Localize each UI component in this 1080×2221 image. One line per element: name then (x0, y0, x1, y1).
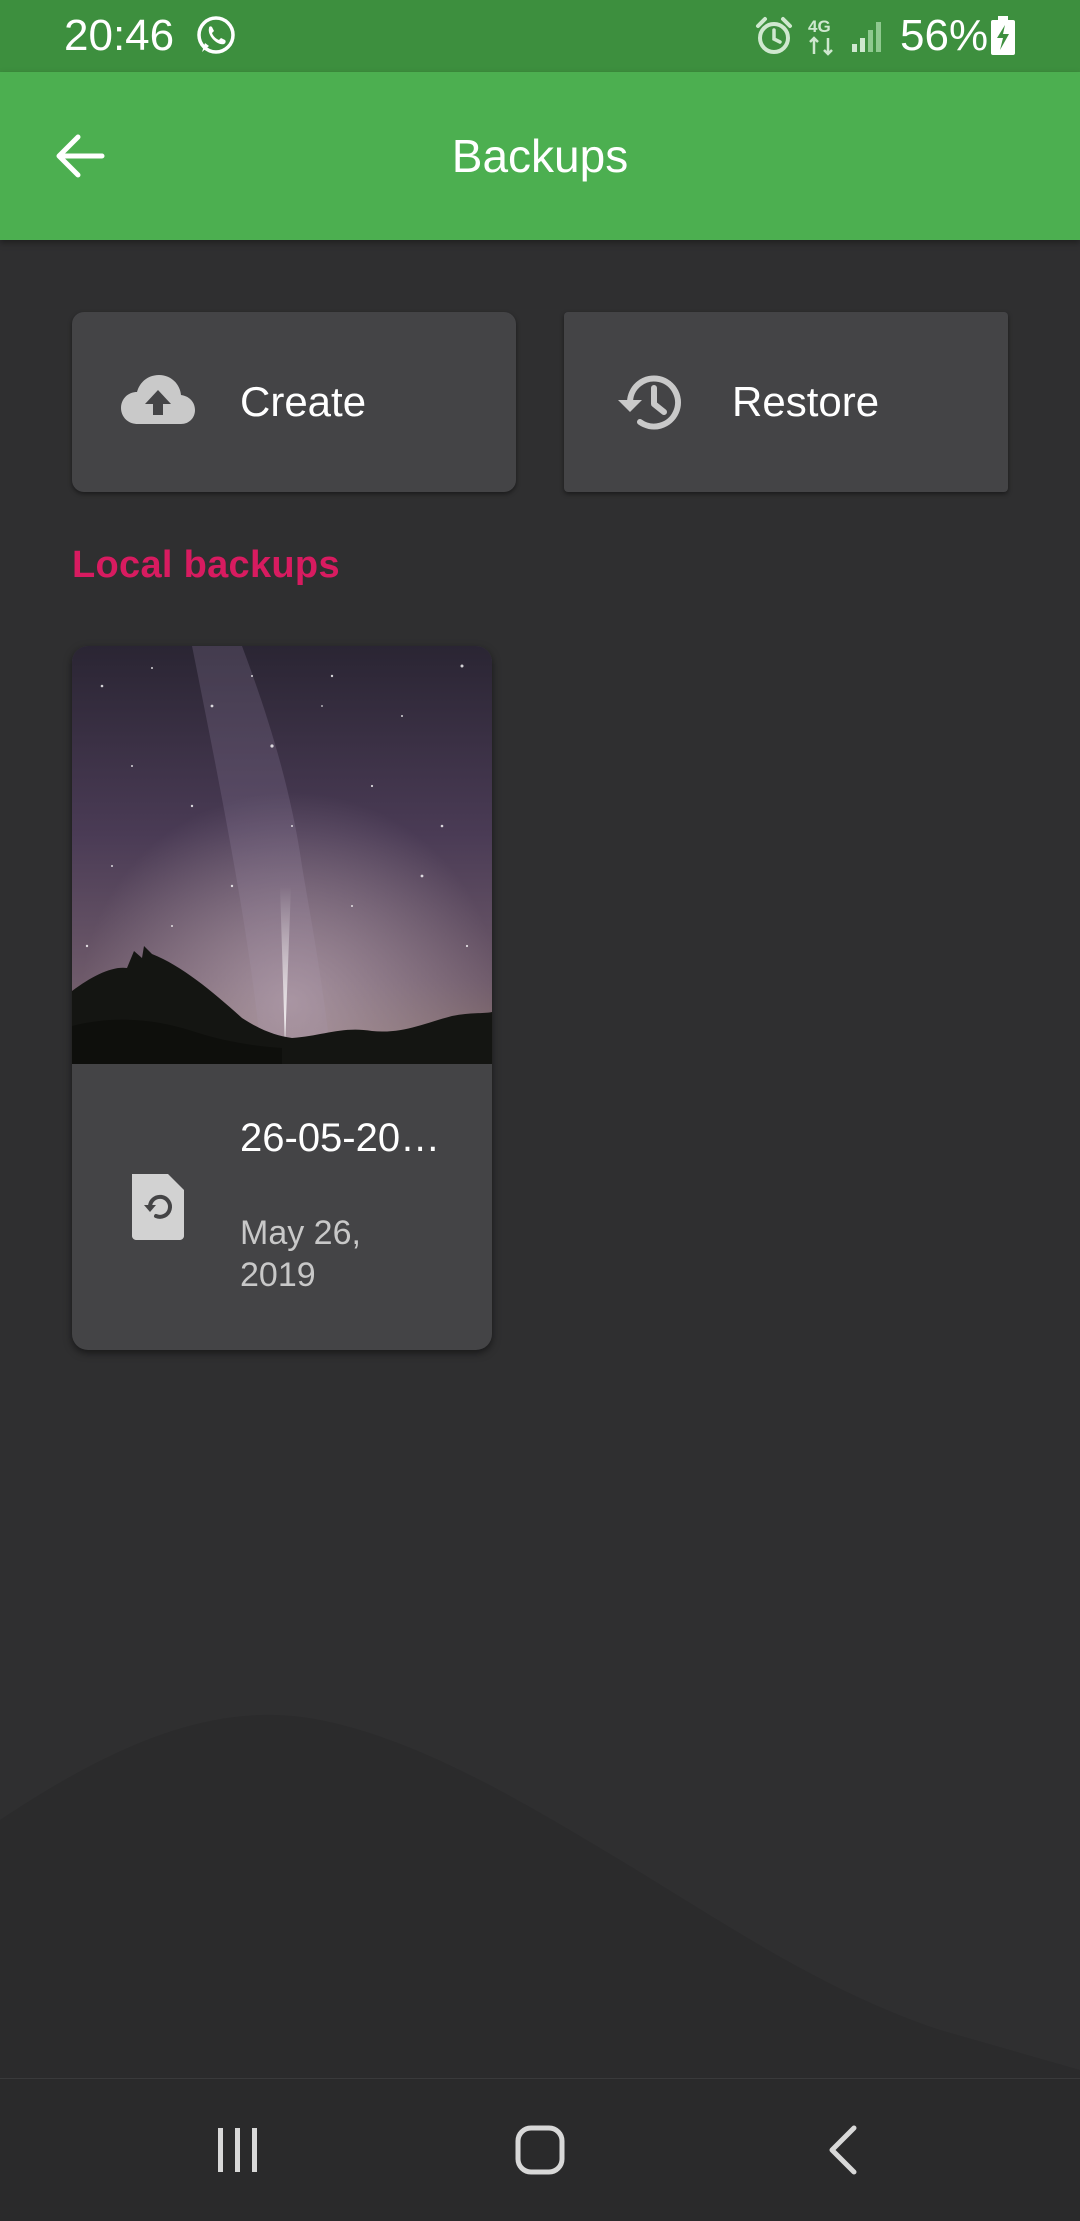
battery-charging-icon (991, 16, 1015, 55)
alarm-icon (756, 17, 792, 54)
cloud-upload-icon (121, 375, 195, 424)
nav-back-button[interactable] (804, 2110, 884, 2190)
file-restore-icon (132, 1174, 184, 1240)
battery-percent: 56% (900, 11, 989, 60)
arrow-back-icon (56, 134, 105, 178)
page-title: Backups (451, 130, 629, 182)
create-label: Create (240, 378, 367, 425)
history-icon (618, 375, 681, 430)
whatsapp-icon (197, 16, 235, 54)
create-backup-button[interactable]: Create (72, 312, 516, 492)
svg-text:4G: 4G (808, 17, 831, 36)
back-button[interactable] (36, 112, 124, 200)
recents-button[interactable] (198, 2110, 278, 2190)
status-time: 20:46 (64, 11, 175, 60)
backup-card[interactable]: 26-05-20… May 26, 2019 (72, 646, 492, 1350)
signal-icon (852, 22, 881, 52)
status-bar: 20:46 4G 56% (0, 0, 1080, 72)
home-icon (515, 2125, 565, 2175)
restore-label: Restore (732, 378, 880, 425)
restore-backup-button[interactable]: Restore (564, 312, 1008, 492)
navigation-bar (0, 2078, 1080, 2221)
local-backups-header: Local backups (72, 544, 340, 586)
backup-date: May 26, 2019 (240, 1214, 361, 1294)
home-button[interactable] (500, 2110, 580, 2190)
app-bar: Backups (0, 72, 1080, 240)
back-icon (829, 2125, 857, 2175)
4g-data-icon: 4G (808, 17, 833, 56)
recents-icon (218, 2128, 257, 2172)
backup-thumbnail (72, 646, 492, 1064)
backup-name: 26-05-20… (240, 1116, 441, 1160)
